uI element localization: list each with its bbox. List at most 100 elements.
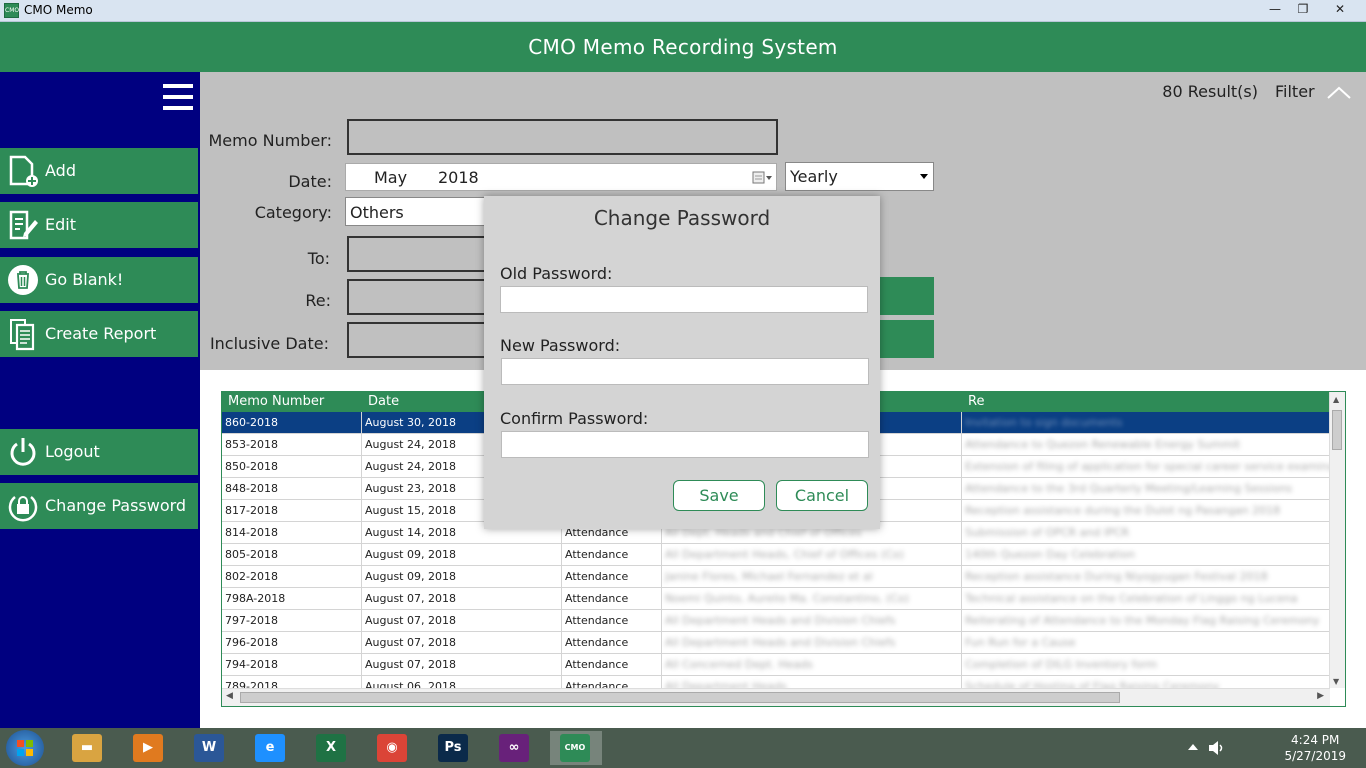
sidebar-item-label: Create Report [45,324,157,343]
scroll-up-icon[interactable]: ▲ [1333,395,1339,404]
action-button-1[interactable] [880,277,934,315]
photoshop-icon: Ps [438,734,468,762]
re-input[interactable] [347,279,497,315]
cell-category: Attendance [562,610,662,632]
cell-date: August 07, 2018 [362,588,562,610]
vertical-scrollbar[interactable]: ▲ ▼ [1329,392,1345,688]
column-date[interactable]: Date [368,394,399,409]
sidebar-item-label: Edit [45,215,76,234]
scroll-right-icon[interactable]: ▶ [1317,691,1324,701]
to-input[interactable] [347,236,497,272]
windows-logo-icon [17,740,33,756]
cell-memo-number: 798A-2018 [222,588,362,610]
word-icon: W [194,734,224,762]
taskbar-media-player-button[interactable]: ▶ [123,731,175,765]
sidebar-item-go-blank[interactable]: Go Blank! [0,257,198,303]
file-explorer-icon: ▬ [72,734,102,762]
taskbar-visual-studio-button[interactable]: ∞ [489,731,541,765]
cell-to: Noemi Quinto, Aurelio Ma. Constantino, (… [662,588,962,610]
app-title: CMO Memo Recording System [528,35,838,59]
sidebar-item-label: Logout [45,442,100,461]
horizontal-scroll-thumb[interactable] [240,692,1120,703]
memo-number-input[interactable] [347,119,778,155]
taskbar-cmo-memo-button[interactable]: CMO [550,731,602,765]
cell-re: Extension of filing of application for s… [962,456,1330,478]
sidebar-item-logout[interactable]: Logout [0,429,198,475]
close-button[interactable]: ✕ [1318,0,1362,18]
taskbar-internet-explorer-button[interactable]: e [245,731,297,765]
cell-memo-number: 817-2018 [222,500,362,522]
sidebar-item-label: Go Blank! [45,270,124,289]
sidebar-item-label: Add [45,161,76,180]
table-row[interactable]: 798A-2018 August 07, 2018 Attendance Noemi … [222,588,1330,610]
restore-button[interactable]: ❐ [1290,0,1316,18]
taskbar-excel-button[interactable]: X [306,731,358,765]
scroll-left-icon[interactable]: ◀ [226,691,233,701]
cell-re: Reiterating of Attendance to the Monday … [962,610,1330,632]
date-picker[interactable]: May 2018 [345,163,777,191]
table-row[interactable]: 802-2018 August 09, 2018 Attendance Janine … [222,566,1330,588]
system-clock[interactable]: 4:24 PM 5/27/2019 [1284,732,1346,764]
add-file-icon [9,155,38,187]
cancel-button[interactable]: Cancel [776,480,868,511]
inclusive-date-input[interactable] [347,322,497,358]
memo-number-label: Memo Number: [208,131,333,150]
confirm-password-input[interactable] [501,431,869,458]
cell-category: Attendance [562,654,662,676]
table-row[interactable]: 796-2018 August 07, 2018 Attendance All Dep… [222,632,1330,654]
minimize-button[interactable]: — [1262,0,1288,18]
sidebar-item-edit[interactable]: Edit [0,202,198,248]
cell-memo-number: 848-2018 [222,478,362,500]
inclusive-date-label: Inclusive Date: [209,334,329,353]
filter-toggle[interactable]: Filter [1275,82,1352,101]
cell-re: Completion of DILG Inventory form [962,654,1330,676]
sidebar-item-create-report[interactable]: Create Report [0,311,198,357]
cell-re: Invitation to sign documents [962,412,1330,434]
taskbar-photoshop-button[interactable]: Ps [428,731,480,765]
period-select[interactable]: Yearly [785,162,934,191]
taskbar-word-button[interactable]: W [184,731,236,765]
cell-memo-number: 850-2018 [222,456,362,478]
cell-memo-number: 860-2018 [222,412,362,434]
volume-icon[interactable] [1208,740,1226,756]
category-label: Category: [254,203,332,222]
new-password-label: New Password: [500,336,621,355]
chrome-icon: ◉ [377,734,407,762]
edit-icon [9,210,38,240]
start-button[interactable] [6,730,44,766]
cell-date: August 07, 2018 [362,654,562,676]
scroll-down-icon[interactable]: ▼ [1333,677,1339,686]
cell-date: August 09, 2018 [362,566,562,588]
tray-expand-icon[interactable] [1188,743,1198,751]
vertical-scroll-thumb[interactable] [1332,410,1342,450]
action-button-2[interactable] [880,320,934,358]
save-button[interactable]: Save [673,480,765,511]
sidebar-item-change-password[interactable]: Change Password [0,483,198,529]
column-memo-number[interactable]: Memo Number [228,394,324,409]
table-row[interactable]: 794-2018 August 07, 2018 Attendance All Con… [222,654,1330,676]
taskbar-chrome-button[interactable]: ◉ [367,731,419,765]
re-label: Re: [305,291,331,310]
old-password-label: Old Password: [500,264,613,283]
clock-time: 4:24 PM [1291,733,1340,747]
calendar-icon[interactable] [752,171,774,185]
sidebar-item-add[interactable]: Add [0,148,198,194]
table-row[interactable]: 797-2018 August 07, 2018 Attendance All Dep… [222,610,1330,632]
table-row[interactable]: 805-2018 August 09, 2018 Attendance All Dep… [222,544,1330,566]
cell-memo-number: 796-2018 [222,632,362,654]
taskbar-file-explorer-button[interactable]: ▬ [62,731,114,765]
cell-re: Reception assistance During Niyogyugan F… [962,566,1330,588]
cell-memo-number: 797-2018 [222,610,362,632]
hamburger-menu-icon[interactable] [163,84,193,110]
horizontal-scrollbar[interactable]: ◀ ▶ [222,688,1330,706]
cell-memo-number: 802-2018 [222,566,362,588]
old-password-input[interactable] [500,286,868,313]
cell-category: Attendance [562,588,662,610]
cell-date: August 07, 2018 [362,632,562,654]
taskbar: ▬ ▶ We X ◉ Ps ∞ CMO 4:24 PM 5/27/2019 [0,728,1366,768]
category-select[interactable]: Others [345,197,490,226]
sidebar-item-label: Change Password [45,496,187,515]
new-password-input[interactable] [501,358,869,385]
sidebar: Add Edit Go Blank! Create Report Logout [0,72,200,728]
column-re[interactable]: Re [968,394,984,409]
